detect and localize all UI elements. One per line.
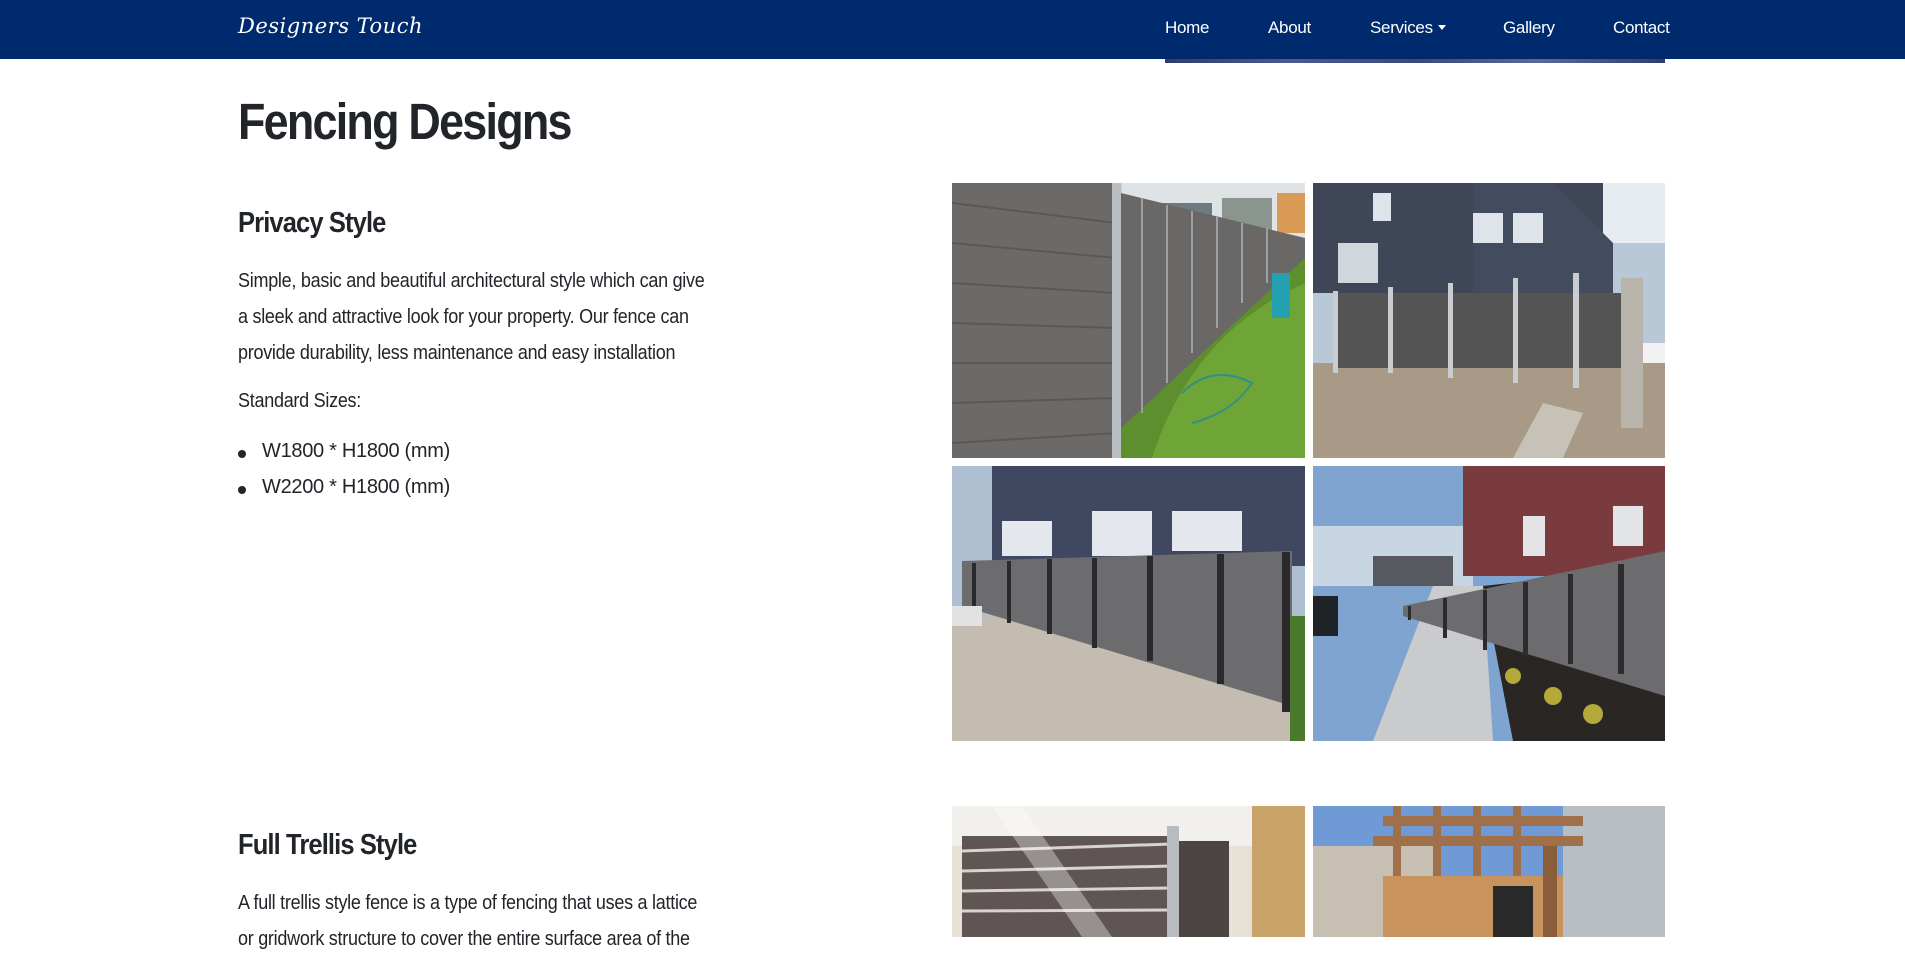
- full-trellis-description: A full trellis style fence is a type of …: [238, 892, 698, 950]
- standard-sizes-list: W1800 * H1800 (mm) W2200 * H1800 (mm): [238, 440, 450, 512]
- section-title-full-trellis: Full Trellis Style: [238, 829, 417, 861]
- section-title-privacy: Privacy Style: [238, 207, 386, 239]
- nav-services-label: Services: [1370, 18, 1433, 37]
- nav-home-link[interactable]: Home: [1165, 18, 1209, 38]
- nav-about-link[interactable]: About: [1268, 18, 1311, 38]
- caret-down-icon: [1437, 25, 1446, 30]
- size-text: W1800 * H1800 (mm): [262, 440, 450, 462]
- nav-services-dropdown[interactable]: Services: [1370, 18, 1446, 38]
- nav-contact-link[interactable]: Contact: [1613, 18, 1670, 38]
- top-navbar: Designers Touch Home About Services Gall…: [0, 0, 1905, 59]
- privacy-fence-photo-3[interactable]: [952, 466, 1305, 741]
- list-item: W1800 * H1800 (mm): [238, 440, 450, 476]
- brand-logo[interactable]: Designers Touch: [238, 14, 423, 38]
- privacy-fence-photo-1[interactable]: [952, 183, 1305, 458]
- nav-gallery-link[interactable]: Gallery: [1503, 18, 1555, 38]
- page-title: Fencing Designs: [238, 93, 572, 150]
- privacy-description: Simple, basic and beautiful architectura…: [238, 270, 705, 364]
- privacy-fence-photo-2[interactable]: [1313, 183, 1665, 458]
- size-text: W2200 * H1800 (mm): [262, 476, 450, 498]
- list-item: W2200 * H1800 (mm): [238, 476, 450, 512]
- trellis-fence-photo-1[interactable]: [952, 806, 1305, 937]
- trellis-fence-photo-2[interactable]: [1313, 806, 1665, 937]
- standard-sizes-label: Standard Sizes:: [238, 390, 362, 412]
- bullet-icon: [238, 450, 246, 458]
- privacy-fence-photo-4[interactable]: [1313, 466, 1665, 741]
- bullet-icon: [238, 486, 246, 494]
